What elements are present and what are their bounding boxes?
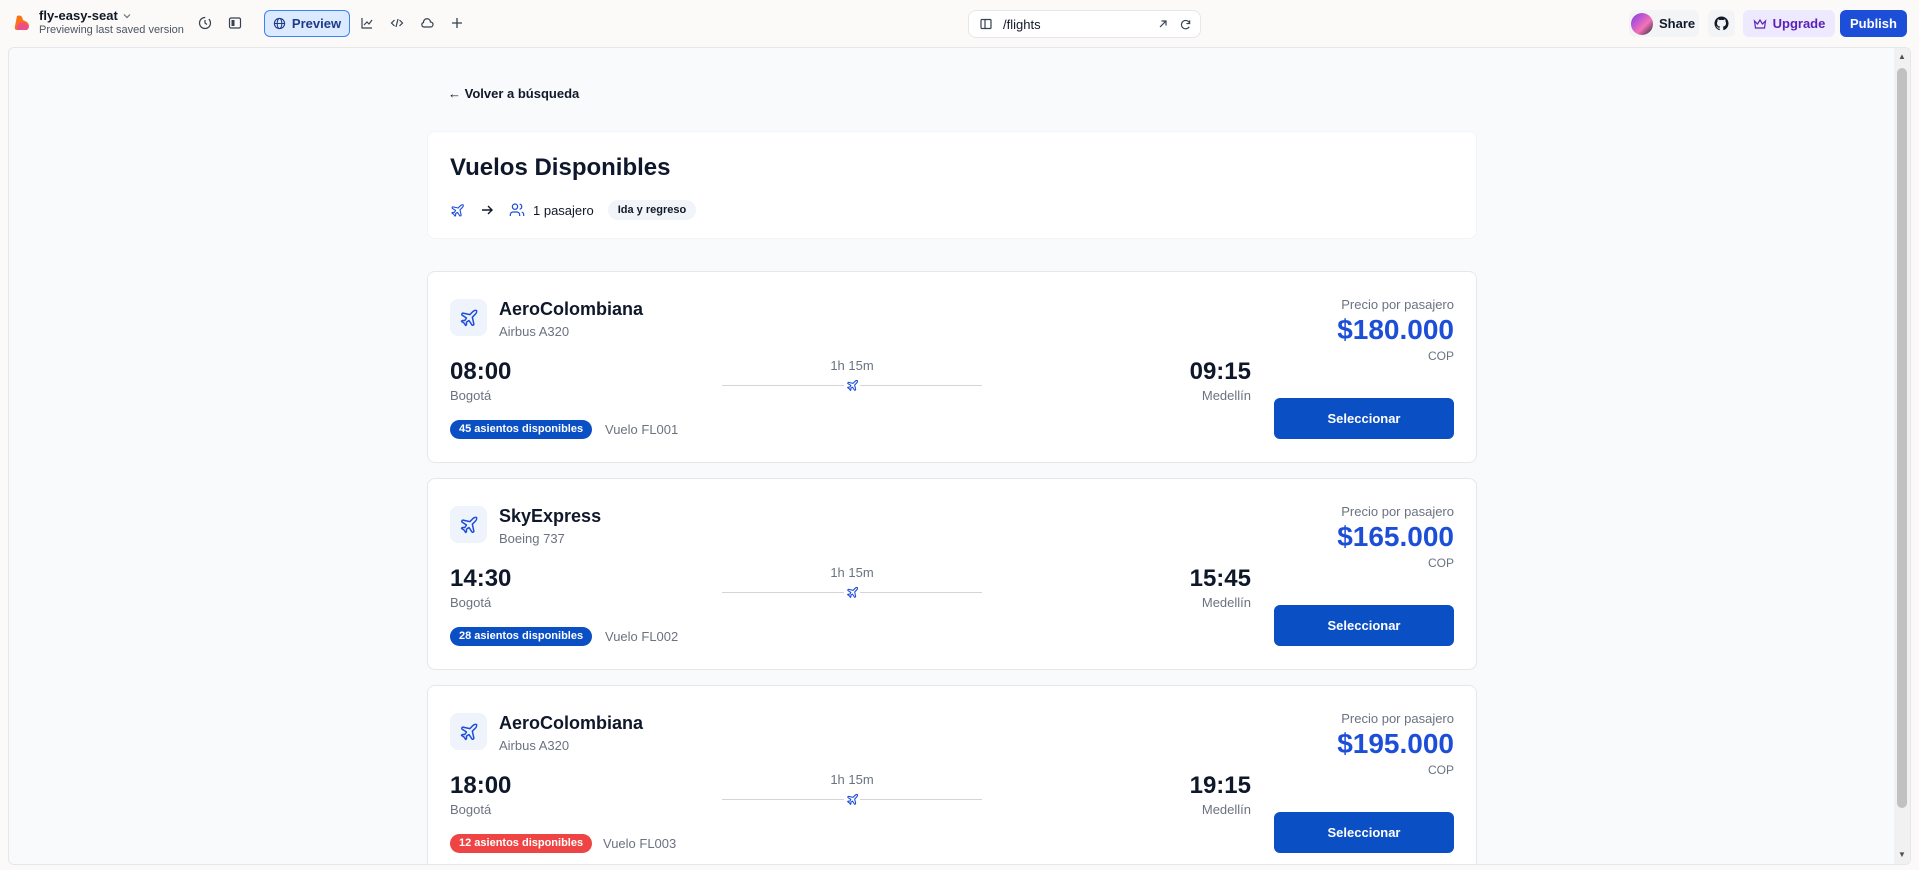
refresh-icon[interactable] <box>1179 18 1192 31</box>
airline-name: AeroColombiana <box>499 713 644 733</box>
add-icon[interactable] <box>446 12 468 34</box>
github-icon <box>1714 16 1729 31</box>
plane-icon <box>460 723 477 740</box>
plane-icon <box>844 377 860 393</box>
price-value: $165.000 <box>1337 521 1454 552</box>
price-currency: COP <box>1427 763 1454 777</box>
page-icon <box>980 18 992 30</box>
share-label: Share <box>1659 16 1696 31</box>
flight-duration: 1h 15m <box>830 772 874 787</box>
airline-icon <box>450 506 487 543</box>
price-value: $195.000 <box>1337 728 1454 759</box>
arrival-city: Medellín <box>1201 595 1251 610</box>
departure-time: 14:30 <box>450 565 512 592</box>
history-icon[interactable] <box>194 12 216 34</box>
seats-available-badge: 45 asientos disponibles <box>450 420 593 439</box>
departure-city: Bogotá <box>450 595 492 610</box>
crown-icon <box>1753 18 1766 29</box>
sidebar-toggle-icon[interactable] <box>224 12 246 34</box>
price-label: Precio por pasajero <box>1341 297 1454 312</box>
scroll-up-arrow[interactable]: ▲ <box>1897 52 1907 62</box>
plane-icon <box>460 309 477 326</box>
plane-icon <box>844 584 860 600</box>
open-external-icon[interactable] <box>1157 18 1169 30</box>
flight-card: AeroColombiana Airbus A320 18:00 Bogotá … <box>427 685 1477 864</box>
github-button[interactable] <box>1708 10 1735 37</box>
price-currency: COP <box>1427 349 1454 363</box>
publish-button[interactable]: Publish <box>1840 10 1907 37</box>
project-switcher[interactable]: fly-easy-seat Previewing last saved vers… <box>39 8 184 36</box>
passenger-count: 1 pasajero <box>533 202 594 218</box>
airline-name: SkyExpress <box>499 506 602 526</box>
code-icon[interactable] <box>386 12 408 34</box>
departure-time: 18:00 <box>450 772 512 799</box>
page-title: Vuelos Disponibles <box>450 154 671 181</box>
plane-icon <box>460 516 477 533</box>
price-currency: COP <box>1427 556 1454 570</box>
flight-duration: 1h 15m <box>830 358 874 373</box>
airline-icon <box>450 713 487 750</box>
project-status: Previewing last saved version <box>39 24 184 36</box>
aircraft-model: Airbus A320 <box>499 738 570 753</box>
preview-button[interactable]: Preview <box>264 10 350 37</box>
app-logo-icon <box>14 15 29 30</box>
search-meta: 1 pasajero Ida y regreso <box>450 200 697 220</box>
users-icon <box>509 203 525 216</box>
globe-icon <box>273 17 286 30</box>
price-value: $180.000 <box>1337 314 1454 345</box>
price-label: Precio por pasajero <box>1341 711 1454 726</box>
preview-frame: ← Volver a búsqueda Vuelos Disponibles 1… <box>8 47 1911 865</box>
app-toolbar: fly-easy-seat Previewing last saved vers… <box>0 0 1919 46</box>
flight-number: Vuelo FL002 <box>605 629 679 644</box>
airline-icon <box>450 299 487 336</box>
arrival-city: Medellín <box>1201 802 1251 817</box>
select-flight-button[interactable]: Seleccionar <box>1274 398 1454 439</box>
aircraft-model: Airbus A320 <box>499 324 570 339</box>
departure-city: Bogotá <box>450 802 492 817</box>
aircraft-model: Boeing 737 <box>499 531 565 546</box>
avatar <box>1631 12 1653 35</box>
arrival-city: Medellín <box>1201 388 1251 403</box>
select-flight-button[interactable]: Seleccionar <box>1274 812 1454 853</box>
flight-card: AeroColombiana Airbus A320 08:00 Bogotá … <box>427 271 1477 463</box>
select-flight-button[interactable]: Seleccionar <box>1274 605 1454 646</box>
departure-time: 08:00 <box>450 358 512 385</box>
url-bar[interactable]: /flights <box>968 10 1201 38</box>
upgrade-button[interactable]: Upgrade <box>1743 10 1835 37</box>
arrival-time: 09:15 <box>1189 358 1251 385</box>
arrival-time: 19:15 <box>1189 772 1251 799</box>
url-path: /flights <box>1003 16 1041 32</box>
analytics-icon[interactable] <box>356 12 378 34</box>
seats-available-badge: 28 asientos disponibles <box>450 627 593 646</box>
cloud-icon[interactable] <box>416 12 438 34</box>
share-button[interactable]: Share <box>1629 10 1699 37</box>
plane-icon <box>844 791 860 807</box>
scroll-down-arrow[interactable]: ▼ <box>1897 850 1907 860</box>
seats-available-badge: 12 asientos disponibles <box>450 834 593 853</box>
flight-number: Vuelo FL001 <box>605 422 679 437</box>
flight-number: Vuelo FL003 <box>603 836 677 851</box>
search-summary: Vuelos Disponibles 1 pasajero Ida y regr… <box>427 131 1477 239</box>
flight-duration: 1h 15m <box>830 565 874 580</box>
scrollbar-thumb[interactable] <box>1897 68 1907 808</box>
upgrade-label: Upgrade <box>1772 16 1826 31</box>
arrow-right-icon <box>482 205 493 215</box>
departure-city: Bogotá <box>450 388 492 403</box>
scrollbar[interactable]: ▲ ▼ <box>1894 48 1910 864</box>
back-to-search-link[interactable]: ← Volver a búsqueda <box>448 86 579 101</box>
trip-type-badge: Ida y regreso <box>607 200 697 220</box>
airline-name: AeroColombiana <box>499 299 644 319</box>
preview-label: Preview <box>291 16 342 31</box>
flight-card: SkyExpress Boeing 737 14:30 Bogotá 1h 15… <box>427 478 1477 670</box>
price-label: Precio por pasajero <box>1341 504 1454 519</box>
plane-icon <box>451 203 464 217</box>
project-name: fly-easy-seat <box>39 8 118 23</box>
chevron-down-icon <box>123 13 131 18</box>
arrival-time: 15:45 <box>1189 565 1251 592</box>
